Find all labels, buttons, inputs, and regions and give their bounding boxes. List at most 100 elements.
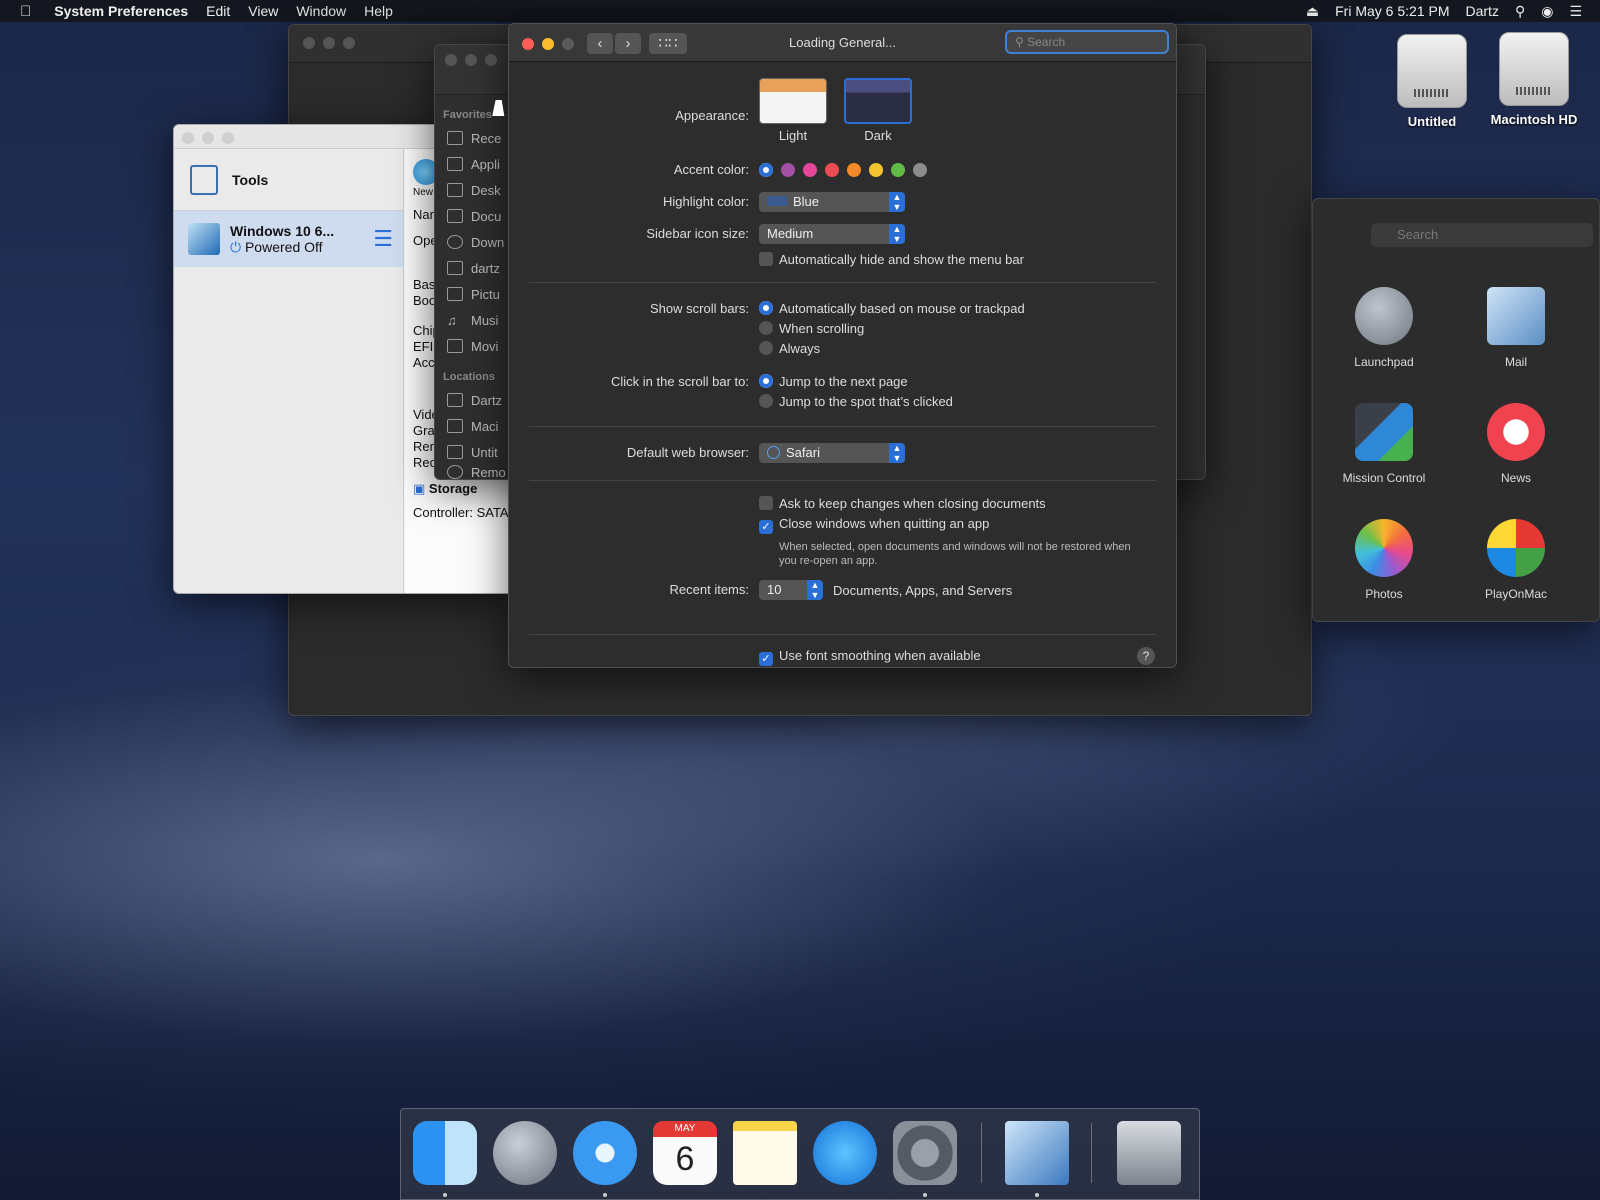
sidebar-item-macintosh-hd[interactable]: Maci [435,413,515,439]
app-photos[interactable]: Photos [1329,519,1439,601]
checkbox-label: Automatically hide and show the menu bar [779,252,1024,267]
popup-value: Safari [786,445,820,460]
radio-icon [759,341,773,355]
sidebar-item-computer[interactable]: Dartz [435,387,515,413]
storage-header: ▣ Storage [413,481,504,497]
font-smoothing-checkbox[interactable]: ✓ Use font smoothing when available [759,648,981,666]
accent-swatch-graphite[interactable] [913,163,927,177]
app-label: Mission Control [1342,471,1426,485]
notification-center-icon[interactable]: ☰ [1561,3,1590,20]
accent-color-label: Accent color: [673,162,749,177]
ask-keep-changes-checkbox[interactable]: Ask to keep changes when closing documen… [759,496,1046,511]
tools-item[interactable]: Tools [174,149,403,211]
recent-items-stepper[interactable]: 10 ▲ ▼ [759,580,823,600]
app-label: Photos [1365,587,1403,601]
scroll-bars-radio-scrolling[interactable]: When scrolling [759,321,864,336]
mail-stamp-icon [1487,287,1545,345]
siri-icon[interactable]: ◉ [1533,3,1561,20]
menubar-user[interactable]: Dartz [1458,3,1507,19]
apps-search-input[interactable]: Search [1371,223,1593,247]
sidebar-item-home[interactable]: dartz [435,255,515,281]
vm-menu-icon[interactable]: ☰ [373,226,393,252]
sidebar-item-label: Maci [471,418,499,434]
applications-window[interactable]: Search Launchpad Mail Mission Control Ne… [1312,198,1600,622]
dock: MAY 6 [400,1108,1200,1200]
sidebar-item-documents[interactable]: Docu [435,203,515,229]
scroll-bars-radio-auto[interactable]: Automatically based on mouse or trackpad [759,301,1025,316]
dock-divider [981,1123,982,1183]
popup-value: Blue [793,194,820,209]
vm-item-windows-10[interactable]: Windows 10 6... ⏻ Powered Off ☰ [174,211,403,267]
accent-swatch-orange[interactable] [847,163,861,177]
sidebar-item-movies[interactable]: Movi [435,333,515,359]
radio-icon [759,374,773,388]
scroll-bars-radio-always[interactable]: Always [759,341,820,356]
apple-menu-icon[interactable]:  [0,3,45,20]
app-news[interactable]: News [1461,403,1571,485]
checkmark-icon: ✓ [759,652,773,666]
running-indicator [1035,1193,1039,1197]
sidebar-item-label: Docu [471,208,502,224]
sidebar-item-recents[interactable]: Rece [435,125,515,151]
menu-edit[interactable]: Edit [197,3,239,19]
sidebar-item-label: Down [471,234,505,250]
dock-app-store-icon[interactable] [813,1121,877,1185]
sidebar-item-remote[interactable]: Remo [435,465,515,479]
appearance-light-thumbnail[interactable] [759,78,827,124]
sidebar-item-untitled[interactable]: Untit [435,439,515,465]
menu-window[interactable]: Window [287,3,355,19]
show-scroll-bars-label: Show scroll bars: [650,301,749,316]
close-windows-checkbox[interactable]: ✓ Close windows when quitting an app [759,516,989,534]
sidebar-item-pictures[interactable]: Pictu [435,281,515,307]
accent-swatch-red[interactable] [825,163,839,177]
dock-system-preferences-icon[interactable] [893,1121,957,1185]
sidebar-icon-size-popup[interactable]: Medium ▲ ▼ [759,224,905,244]
dock-virtualbox-icon[interactable] [1005,1121,1069,1185]
sidebar-item-downloads[interactable]: Down [435,229,515,255]
accent-swatch-yellow[interactable] [869,163,883,177]
app-mission-control[interactable]: Mission Control [1329,403,1439,485]
eject-icon[interactable]: ⏏ [1298,3,1327,20]
accent-swatch-pink[interactable] [803,163,817,177]
click-scroll-radio-next-page[interactable]: Jump to the next page [759,374,908,389]
appearance-dark-thumbnail[interactable] [844,78,912,124]
sidebar-item-music[interactable]: ♫ Musi [435,307,515,333]
menu-help[interactable]: Help [355,3,402,19]
system-preferences-window[interactable]: ‹ › ∷∷ Loading General... ⚲ Search Appea… [508,23,1177,668]
dock-launchpad-icon[interactable] [493,1121,557,1185]
appearance-dark-label: Dark [864,128,892,143]
menu-view[interactable]: View [239,3,287,19]
menubar-clock[interactable]: Fri May 6 5:21 PM [1327,3,1457,19]
drive-label: Untitled [1407,114,1457,129]
dock-finder-icon[interactable] [413,1121,477,1185]
app-playonmac[interactable]: PlayOnMac [1461,519,1571,601]
sidebar-item-label: Appli [471,156,500,172]
tools-label: Tools [232,171,269,188]
spotlight-icon[interactable]: ⚲ [1507,3,1533,20]
click-scroll-radio-spot[interactable]: Jump to the spot that’s clicked [759,394,953,409]
search-placeholder: Search [1027,35,1066,49]
dock-calendar-icon[interactable]: MAY 6 [653,1121,717,1185]
app-mail[interactable]: Mail [1461,287,1571,369]
sidebar-item-label: Pictu [471,286,500,302]
desktop-drive-macintosh-hd[interactable]: Macintosh HD [1484,32,1584,127]
desktop-drive-untitled[interactable]: Untitled [1382,34,1482,129]
dock-notes-icon[interactable] [733,1121,797,1185]
menu-app-name[interactable]: System Preferences [45,3,197,19]
accent-swatch-green[interactable] [891,163,905,177]
help-button[interactable]: ? [1137,647,1155,665]
accent-swatch-purple[interactable] [781,163,795,177]
accent-swatch-blue[interactable] [759,163,773,177]
checkbox-label: Ask to keep changes when closing documen… [779,496,1046,511]
dock-trash-icon[interactable] [1117,1121,1181,1185]
sidebar-item-applications[interactable]: Appli [435,151,515,177]
auto-hide-menu-bar-checkbox[interactable]: Automatically hide and show the menu bar [759,252,1024,267]
highlight-color-popup[interactable]: Blue ▲ ▼ [759,192,905,212]
prefs-search-input[interactable]: ⚲ Search [1005,30,1169,54]
chevron-up-down-icon: ▲ ▼ [889,192,905,212]
default-browser-popup[interactable]: Safari ▲ ▼ [759,443,905,463]
dock-safari-icon[interactable] [573,1121,637,1185]
app-launchpad[interactable]: Launchpad [1329,287,1439,369]
divider [529,480,1156,481]
sidebar-item-desktop[interactable]: Desk [435,177,515,203]
